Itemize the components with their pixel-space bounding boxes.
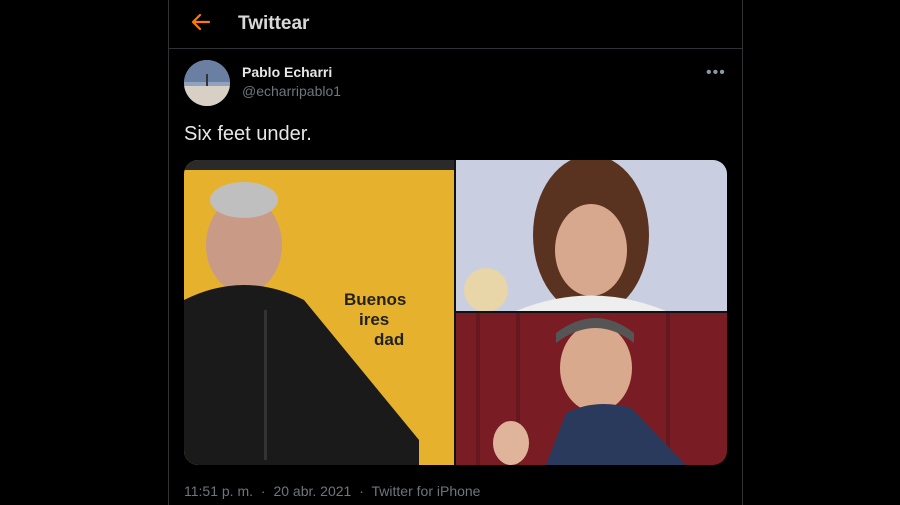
media-image-left[interactable]: Buenos ires dad [184, 160, 454, 465]
tweet-time[interactable]: 11:51 p. m. [184, 483, 253, 499]
tweet-meta: 11:51 p. m. · 20 abr. 2021 · Twitter for… [184, 483, 484, 499]
image-text-3: dad [374, 330, 404, 349]
main-column: Twittear Pablo Echarri @echarripablo1 ••… [168, 0, 743, 505]
tweet-source[interactable]: Twitter for iPhone [372, 483, 481, 499]
user-handle[interactable]: @echarripablo1 [242, 83, 341, 99]
media-image-bottom-right[interactable] [456, 313, 727, 465]
avatar[interactable] [184, 60, 230, 106]
meta-separator: · [260, 483, 266, 499]
display-name[interactable]: Pablo Echarri [242, 64, 332, 80]
tweet-date[interactable]: 20 abr. 2021 [273, 483, 351, 499]
meta-separator: · [359, 483, 364, 499]
tweet-text: Six feet under. [184, 123, 312, 145]
image-text-2: ires [359, 310, 389, 329]
more-icon[interactable]: ••• [706, 64, 726, 82]
image-text-1: Buenos [344, 290, 406, 309]
media-image-top-right[interactable] [456, 160, 727, 311]
header: Twittear [169, 0, 742, 49]
page-title: Twittear [238, 13, 310, 34]
media-grid[interactable]: Buenos ires dad [184, 160, 727, 465]
arrow-left-icon[interactable] [189, 10, 213, 34]
